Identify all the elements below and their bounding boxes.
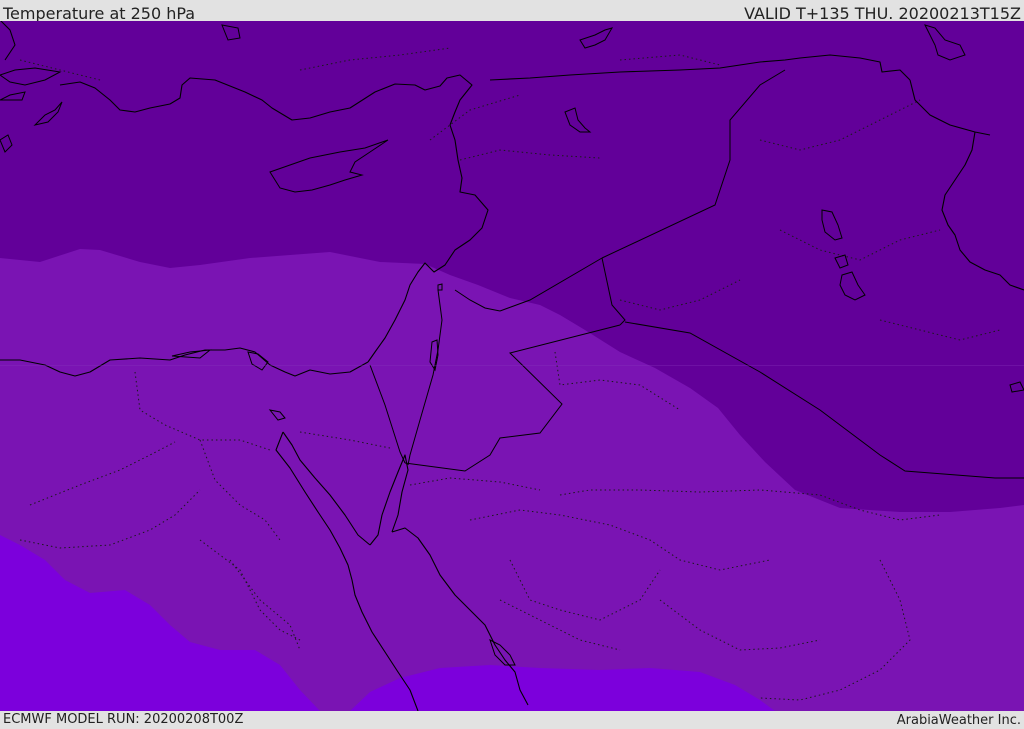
footer-bar: ECMWF MODEL RUN: 20200208T00Z ArabiaWeat… bbox=[0, 711, 1024, 729]
header-bar: Temperature at 250 hPa VALID T+135 THU. … bbox=[0, 0, 1024, 23]
weather-map[interactable] bbox=[0, 21, 1024, 711]
model-run-label: ECMWF MODEL RUN: 20200208T00Z bbox=[3, 712, 244, 727]
credit-label: ArabiaWeather Inc. bbox=[896, 713, 1021, 728]
